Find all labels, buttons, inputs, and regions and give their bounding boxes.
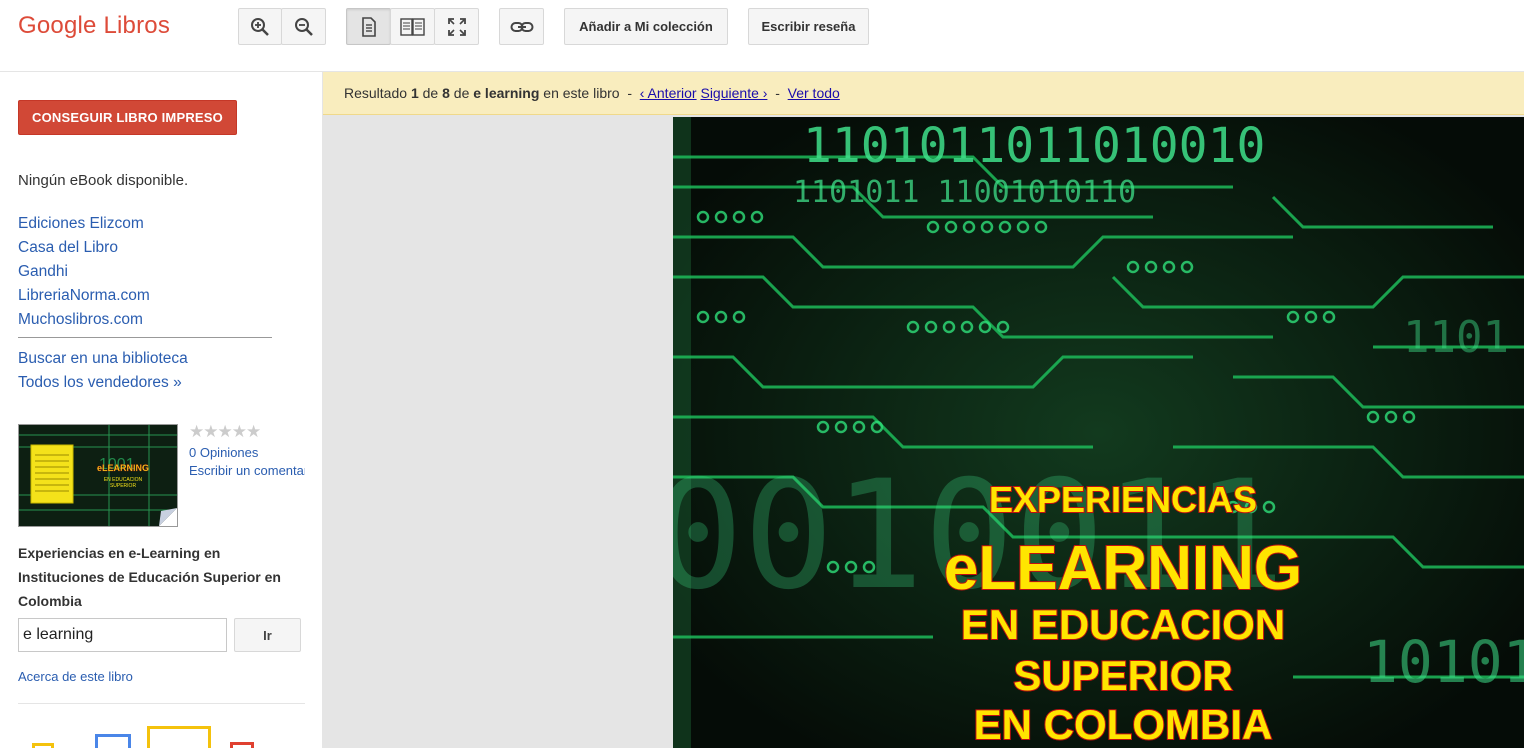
book-title: Experiencias en e-Learning en Institucio… bbox=[18, 545, 281, 609]
divider bbox=[18, 703, 305, 704]
svg-text:SUPERIOR: SUPERIOR bbox=[110, 483, 137, 489]
cover-title-line3: EN EDUCACION bbox=[961, 601, 1285, 648]
link-icon bbox=[510, 21, 533, 32]
rating-stars[interactable]: ★★★★★ bbox=[189, 422, 261, 442]
view-icon[interactable] bbox=[147, 726, 211, 748]
cover-title-line2: eLEARNING bbox=[944, 534, 1302, 603]
view-icon[interactable] bbox=[230, 742, 254, 748]
two-page-icon bbox=[399, 17, 425, 36]
zoom-in-icon bbox=[251, 17, 269, 36]
seller-list: Ediciones Elizcom Casa del Libro Gandhi … bbox=[18, 212, 150, 332]
about-book-link[interactable]: Acerca de este libro bbox=[18, 669, 133, 684]
zoom-in-button[interactable] bbox=[238, 8, 282, 45]
reviews-count-link[interactable]: 0 Opiniones bbox=[189, 445, 258, 460]
seller-link[interactable]: Casa del Libro bbox=[18, 236, 150, 260]
book-cover-page[interactable]: 1101011011010010 1101011 11001010110 110… bbox=[673, 117, 1524, 748]
top-toolbar: Google Libros Añadir a Mi colección Escr… bbox=[0, 0, 1524, 72]
zoom-out-button[interactable] bbox=[281, 8, 326, 45]
thumbnail-art: 1001 eLEARNING EN EDUCACION SUPERIOR bbox=[19, 425, 177, 526]
seller-link[interactable]: Gandhi bbox=[18, 260, 150, 284]
search-go-button[interactable]: Ir bbox=[234, 618, 301, 652]
results-dash: - bbox=[767, 85, 788, 101]
find-in-library-link[interactable]: Buscar en una biblioteca bbox=[18, 347, 188, 371]
results-de: de bbox=[449, 85, 474, 101]
write-comment-link[interactable]: Escribir un comentario bbox=[189, 463, 305, 478]
write-review-button[interactable]: Escribir reseña bbox=[748, 8, 869, 45]
fullscreen-icon bbox=[447, 17, 466, 36]
view-mode-icons bbox=[0, 712, 322, 748]
two-page-view-button[interactable] bbox=[390, 8, 435, 45]
previous-result-link[interactable]: ‹ Anterior bbox=[640, 85, 697, 101]
link-button[interactable] bbox=[499, 8, 544, 45]
seller-link[interactable]: Muchoslibros.com bbox=[18, 308, 150, 332]
add-to-collection-button[interactable]: Añadir a Mi colección bbox=[564, 8, 728, 45]
book-viewer: Resultado 1 de 8 de e learning en este l… bbox=[323, 72, 1524, 748]
zoom-out-icon bbox=[294, 17, 313, 36]
all-sellers-link[interactable]: Todos los vendedores » bbox=[18, 371, 188, 395]
cover-binary-lower: 1010110 bbox=[1363, 628, 1524, 696]
search-results-bar: Resultado 1 de 8 de e learning en este l… bbox=[323, 72, 1524, 115]
seller-link[interactable]: Ediciones Elizcom bbox=[18, 212, 150, 236]
next-result-link[interactable]: Siguiente › bbox=[700, 85, 767, 101]
view-all-link[interactable]: Ver todo bbox=[788, 85, 840, 101]
cover-binary-top: 1101011011010010 bbox=[803, 118, 1265, 174]
results-suffix: en este libro - bbox=[539, 85, 640, 101]
no-ebook-label: Ningún eBook disponible. bbox=[18, 172, 189, 189]
thumbnail-title: eLEARNING bbox=[97, 463, 149, 473]
cover-title-line1: EXPERIENCIAS bbox=[989, 479, 1257, 520]
google-books-logo[interactable]: Google Libros bbox=[18, 12, 170, 40]
single-page-view-button[interactable] bbox=[346, 8, 391, 45]
cover-art: 1101011011010010 1101011 11001010110 110… bbox=[673, 117, 1524, 748]
more-buying-options: Buscar en una biblioteca Todos los vende… bbox=[18, 347, 188, 395]
cover-binary-second: 1101011 11001010110 bbox=[793, 175, 1136, 210]
left-sidebar: CONSEGUIR LIBRO IMPRESO Ningún eBook dis… bbox=[0, 72, 323, 748]
results-of: de bbox=[418, 85, 443, 101]
get-print-book-button[interactable]: CONSEGUIR LIBRO IMPRESO bbox=[18, 100, 237, 135]
cover-binary-right: 1101 bbox=[1403, 312, 1509, 363]
fullscreen-button[interactable] bbox=[434, 8, 479, 45]
view-icon[interactable] bbox=[95, 734, 131, 748]
divider bbox=[18, 337, 272, 338]
cover-title-line5: EN COLOMBIA bbox=[974, 701, 1273, 748]
single-page-icon bbox=[361, 16, 376, 37]
results-query: e learning bbox=[473, 85, 540, 101]
seller-link[interactable]: LibreriaNorma.com bbox=[18, 284, 150, 308]
view-icon[interactable] bbox=[32, 743, 54, 748]
results-total: 8 bbox=[442, 85, 450, 101]
results-current: 1 bbox=[410, 85, 419, 101]
book-cover-thumbnail[interactable]: 1001 eLEARNING EN EDUCACION SUPERIOR bbox=[18, 424, 178, 527]
cover-title-line4: SUPERIOR bbox=[1013, 652, 1232, 699]
search-in-book-input[interactable] bbox=[18, 618, 227, 652]
results-prefix: Resultado bbox=[344, 85, 411, 101]
